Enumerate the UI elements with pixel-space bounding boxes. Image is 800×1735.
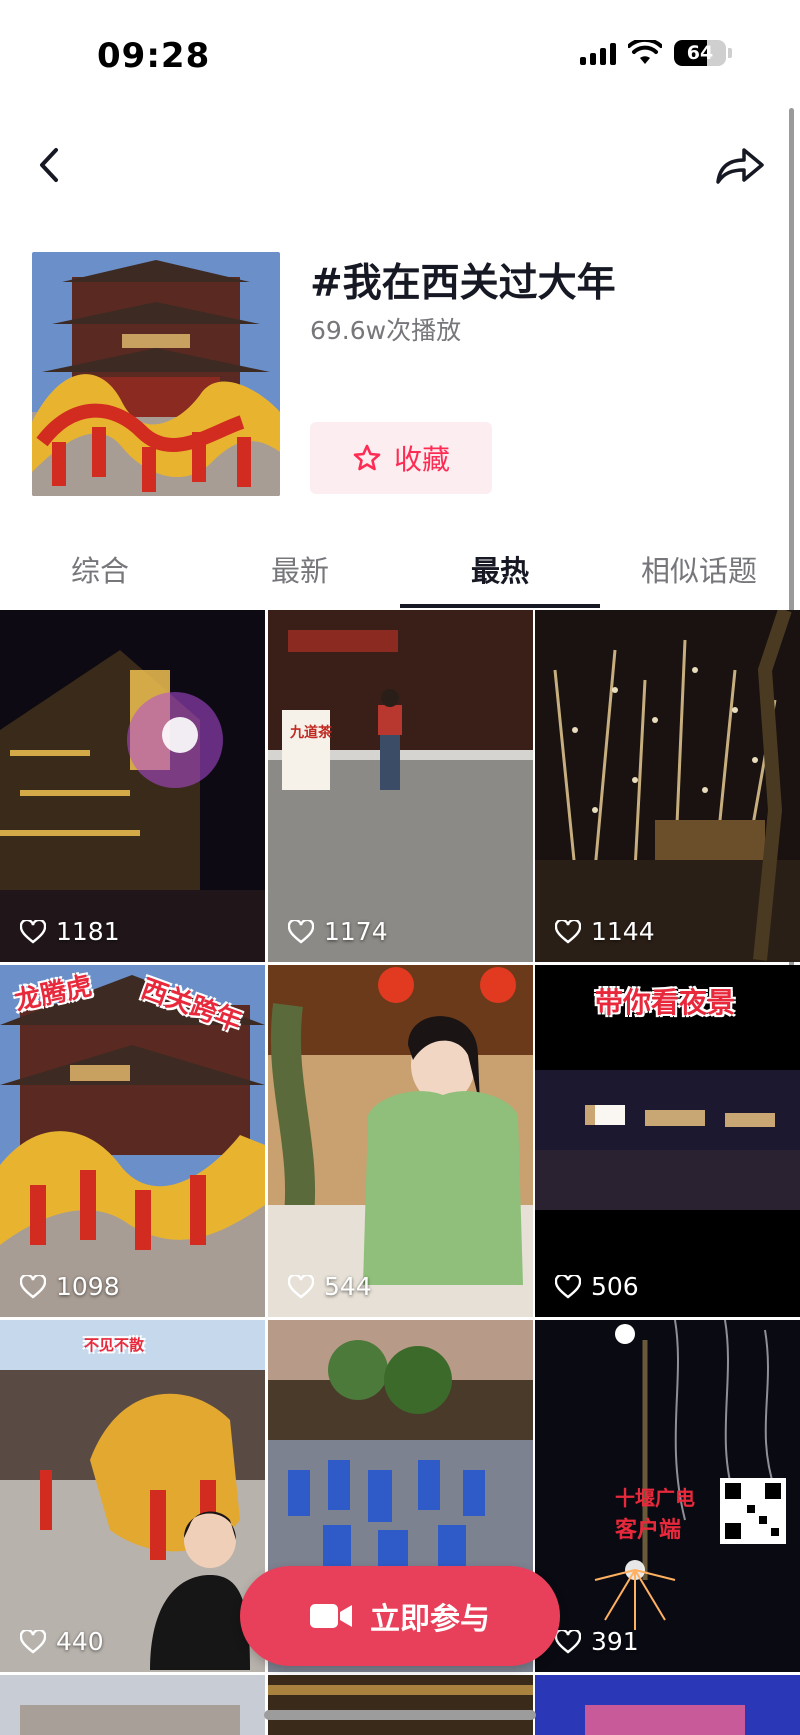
heart-outline-icon	[20, 919, 46, 944]
like-count-value: 544	[324, 1272, 372, 1301]
video-thumbnail	[268, 1675, 533, 1735]
like-count: 391	[555, 1627, 639, 1656]
tab-comprehensive[interactable]: 综合	[71, 548, 129, 590]
join-now-button[interactable]: 立即参与	[240, 1566, 560, 1666]
tab-hottest[interactable]: 最热	[471, 548, 529, 590]
video-tile[interactable]	[268, 1675, 533, 1735]
video-tile[interactable]: 1181	[0, 610, 265, 962]
tab-similar-topics[interactable]: 相似话题	[641, 548, 757, 590]
home-indicator[interactable]	[264, 1710, 536, 1720]
battery-icon: 64	[674, 40, 726, 66]
heart-outline-icon	[20, 1274, 46, 1299]
video-tile[interactable]: 不见不散 440	[0, 1320, 265, 1672]
video-thumbnail	[0, 1675, 265, 1735]
like-count: 1098	[20, 1272, 120, 1301]
video-thumbnail	[535, 610, 800, 962]
like-count: 1144	[555, 917, 655, 946]
video-thumbnail	[535, 1675, 800, 1735]
video-tile[interactable]: 带你看夜景 506	[535, 965, 800, 1317]
join-now-label: 立即参与	[370, 1602, 490, 1637]
video-thumbnail	[0, 1320, 265, 1672]
video-tile[interactable]: 1144	[535, 610, 800, 962]
star-outline-icon	[353, 444, 381, 471]
video-tile[interactable]: 九道茶 1174	[268, 610, 533, 962]
status-indicators: 64	[580, 40, 732, 66]
favorite-label: 收藏	[393, 443, 450, 476]
video-camera-icon	[310, 1604, 352, 1628]
video-tile[interactable]: 龙腾虎 西关跨年 1098	[0, 965, 265, 1317]
like-count: 544	[288, 1272, 372, 1301]
video-overlay-text: 不见不散	[84, 1336, 145, 1354]
video-tile[interactable]	[535, 1675, 800, 1735]
heart-outline-icon	[20, 1629, 46, 1654]
heart-outline-icon	[288, 919, 314, 944]
video-tile[interactable]	[0, 1675, 265, 1735]
status-time: 09:28	[97, 36, 211, 76]
heart-outline-icon	[555, 1629, 581, 1654]
video-overlay-text: 九道茶	[290, 725, 332, 741]
video-tile[interactable]: 544	[268, 965, 533, 1317]
heart-outline-icon	[288, 1274, 314, 1299]
tab-latest[interactable]: 最新	[271, 548, 329, 590]
battery-tip	[728, 48, 732, 58]
like-count: 1174	[288, 917, 388, 946]
active-tab-indicator	[400, 604, 600, 608]
video-overlay-subtext: 客户端	[615, 1518, 682, 1543]
back-icon[interactable]	[30, 140, 70, 190]
like-count-value: 506	[591, 1272, 639, 1301]
like-count-value: 391	[591, 1627, 639, 1656]
share-icon[interactable]	[712, 140, 768, 190]
favorite-button[interactable]: 收藏	[310, 422, 492, 494]
like-count-value: 1098	[56, 1272, 120, 1301]
topic-title: #我在西关过大年	[310, 261, 616, 306]
like-count: 440	[20, 1627, 104, 1656]
like-count-value: 440	[56, 1627, 104, 1656]
cellular-signal-icon	[580, 41, 616, 65]
video-tile[interactable]: 十堰广电 客户端 391	[535, 1320, 800, 1672]
heart-outline-icon	[555, 1274, 581, 1299]
video-overlay-text: 带你看夜景	[595, 986, 736, 1019]
heart-outline-icon	[555, 919, 581, 944]
like-count: 506	[555, 1272, 639, 1301]
battery-percent: 64	[686, 42, 714, 64]
video-thumbnail	[268, 965, 533, 1317]
wifi-icon	[628, 40, 662, 64]
like-count-value: 1144	[591, 917, 655, 946]
like-count-value: 1174	[324, 917, 388, 946]
video-overlay-text: 十堰广电	[615, 1486, 695, 1510]
topic-play-count: 69.6w次播放	[310, 316, 462, 345]
topic-cover-image	[32, 252, 280, 496]
video-thumbnail	[0, 610, 265, 962]
like-count-value: 1181	[56, 917, 120, 946]
video-thumbnail	[268, 610, 533, 962]
like-count: 1181	[20, 917, 120, 946]
